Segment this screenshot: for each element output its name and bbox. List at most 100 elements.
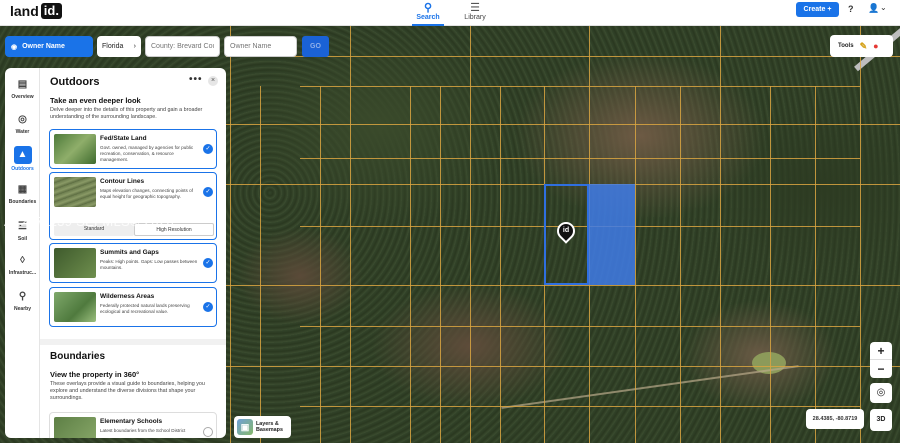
- card-description: Govt. owned, managed by agencies for pub…: [100, 145, 194, 162]
- checkbox-icon[interactable]: [203, 427, 213, 437]
- close-icon[interactable]: ×: [208, 76, 218, 86]
- sidebar-item-label: Overview: [11, 94, 34, 100]
- state-select[interactable]: Florida ›: [97, 36, 141, 57]
- sidebar-item-overview[interactable]: ▤ Overview: [5, 78, 40, 100]
- card-title: Wilderness Areas: [100, 293, 155, 300]
- check-icon[interactable]: ✓: [203, 144, 213, 154]
- overview-icon: ▤: [17, 79, 28, 90]
- mls-watermark: A12071139 SEFMLS© 2026: [4, 214, 174, 229]
- tab-search[interactable]: ⚲ Search: [408, 2, 448, 26]
- zoom-in-button[interactable]: +: [870, 342, 892, 360]
- user-circle-icon: ◉: [11, 43, 18, 51]
- sidebar-item-label: Nearby: [14, 306, 31, 312]
- boundaries-subtitle: View the property in 360°: [50, 370, 140, 379]
- tools-button[interactable]: Tools ✎ ●: [830, 35, 893, 57]
- help-icon[interactable]: ?: [848, 4, 854, 14]
- elementary-schools-thumbnail: [54, 417, 96, 438]
- layers-basemaps-button[interactable]: ▣ Layers & Basemaps: [234, 416, 291, 438]
- parcel-boundary-horizontal: [300, 406, 860, 407]
- zoom-out-button[interactable]: −: [870, 360, 892, 378]
- library-icon: ☰: [470, 2, 480, 14]
- card-title: Contour Lines: [100, 178, 145, 185]
- logo-text: land: [10, 3, 39, 19]
- parcel-boundary-vertical: [815, 86, 816, 443]
- boundaries-description: These overlays provide a visual guide to…: [50, 381, 205, 401]
- card-description: Peaks: High points. Gaps: Low passes bet…: [100, 259, 198, 270]
- search-mode-dropdown[interactable]: ◉ Owner Name: [5, 36, 93, 57]
- layer-card-summits-and-gaps[interactable]: Summits and Gaps Peaks: High points. Gap…: [49, 243, 217, 283]
- dirt-track: [501, 365, 799, 409]
- infrastructure-icon: ◊: [20, 255, 25, 266]
- go-button[interactable]: GO: [302, 36, 329, 57]
- trees-icon: ▲: [13, 146, 32, 164]
- section-divider: [40, 339, 226, 345]
- search-icon: ⚲: [423, 2, 433, 14]
- sidebar-item-boundaries[interactable]: ▦ Boundaries: [5, 183, 40, 205]
- layer-card-fed-state-land[interactable]: Fed/State Land Govt. owned, managed by a…: [49, 129, 217, 169]
- wilderness-areas-thumbnail: [54, 292, 96, 322]
- sidebar-item-label: Infrastruc...: [8, 270, 37, 276]
- panel-description: Delve deeper into the details of this pr…: [50, 107, 203, 120]
- top-navigation-bar: land id. ⚲ Search ☰ Library Create + ? 👤…: [0, 0, 900, 26]
- parcel-boundary-horizontal: [226, 366, 900, 367]
- sidebar-item-outdoors[interactable]: ▲ Outdoors: [5, 146, 40, 172]
- card-description: Maps elevation changes, connecting point…: [100, 188, 193, 199]
- sidebar-item-water[interactable]: ◎ Water: [5, 113, 40, 135]
- state-value: Florida: [102, 43, 124, 50]
- 3d-toggle-button[interactable]: 3D: [870, 409, 892, 431]
- owner-name-input[interactable]: [224, 36, 297, 57]
- parcel-boundary-vertical: [635, 86, 636, 443]
- parcel-boundary-vertical: [720, 26, 721, 443]
- tab-library[interactable]: ☰ Library: [455, 2, 495, 21]
- parcel-boundary-vertical: [230, 26, 231, 443]
- chevron-down-icon[interactable]: ⌄: [880, 3, 887, 12]
- check-icon[interactable]: ✓: [203, 258, 213, 268]
- card-title: Summits and Gaps: [100, 249, 159, 256]
- search-mode-label: Owner Name: [22, 43, 65, 50]
- card-description: Latest boundaries from the School Distri…: [100, 428, 186, 433]
- user-icon[interactable]: 👤: [868, 3, 879, 14]
- locate-icon[interactable]: ◎: [870, 383, 892, 403]
- logo-badge: id.: [40, 3, 62, 19]
- summits-and-gaps-thumbnail: [54, 248, 96, 278]
- outdoors-panel: Outdoors ••• × Take an even deeper look …: [40, 68, 226, 438]
- selected-parcel[interactable]: [589, 184, 635, 285]
- landid-logo[interactable]: land id.: [10, 3, 62, 19]
- parcel-boundary-horizontal: [226, 124, 900, 125]
- parcel-boundary-vertical: [470, 26, 471, 443]
- boundaries-title: Boundaries: [50, 351, 106, 362]
- coordinates-readout: 28.4385, -80.8719: [806, 409, 864, 429]
- parcel-boundary-horizontal: [226, 285, 900, 286]
- parcel-boundary-horizontal: [300, 326, 860, 327]
- more-options-icon[interactable]: •••: [189, 74, 203, 85]
- contour-lines-thumbnail: [54, 177, 96, 207]
- map-marker-icon[interactable]: ●: [873, 41, 878, 51]
- county-field[interactable]: [145, 36, 220, 57]
- layer-card-wilderness-areas[interactable]: Wilderness Areas Federally protected nat…: [49, 287, 217, 327]
- pencil-icon[interactable]: ✎: [860, 41, 868, 52]
- card-description: Federally protected natural lands preser…: [100, 303, 190, 314]
- create-button[interactable]: Create +: [796, 2, 839, 17]
- parcel-boundary-vertical: [320, 86, 321, 443]
- layer-card-contour-lines[interactable]: Contour Lines Maps elevation changes, co…: [49, 172, 217, 240]
- parcel-boundary-horizontal: [300, 86, 860, 87]
- sidebar-item-nearby[interactable]: ⚲ Nearby: [5, 290, 40, 312]
- sidebar-item-label: Water: [15, 129, 30, 135]
- location-icon: ⚲: [18, 291, 27, 302]
- boundaries-icon: ▦: [17, 184, 28, 195]
- sidebar-item-label: Boundaries: [8, 199, 37, 205]
- sidebar-item-infrastructure[interactable]: ◊ Infrastruc...: [5, 254, 40, 276]
- check-icon[interactable]: ✓: [203, 302, 213, 312]
- sidebar-item-label: Outdoors: [11, 166, 34, 172]
- parcel-boundary-vertical: [410, 86, 411, 443]
- water-icon: ◎: [18, 114, 27, 125]
- parcel-boundary-horizontal: [300, 158, 860, 159]
- parcel-boundary-vertical: [770, 86, 771, 443]
- layer-card-elementary-schools[interactable]: Elementary Schools Latest boundaries fro…: [49, 412, 217, 438]
- tools-label: Tools: [838, 43, 854, 49]
- card-title: Elementary Schools: [100, 418, 163, 425]
- create-button-label: Create: [803, 6, 826, 13]
- parcel-boundary-vertical: [260, 86, 261, 443]
- card-title: Fed/State Land: [100, 135, 147, 142]
- check-icon[interactable]: ✓: [203, 187, 213, 197]
